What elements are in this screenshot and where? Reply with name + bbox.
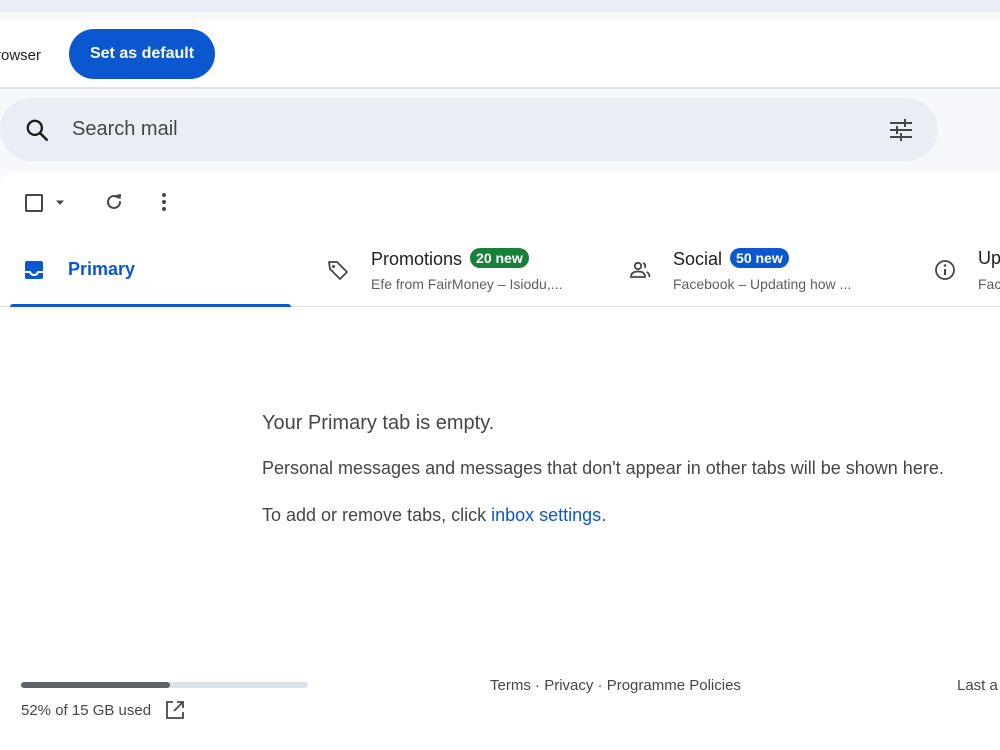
programme-policies-link[interactable]: Programme Policies [607, 677, 741, 694]
tag-icon [328, 261, 348, 280]
empty-state-title: Your Primary tab is empty. [262, 412, 495, 434]
search-bar[interactable] [0, 98, 938, 161]
tab-social-label: Social [673, 249, 723, 269]
footer-separator: · [530, 677, 545, 694]
tab-promotions[interactable]: Promotions 20 new Efe from FairMoney – Is… [318, 236, 608, 306]
refresh-icon[interactable] [102, 190, 126, 214]
select-all-checkbox[interactable] [25, 194, 43, 212]
tab-primary-label: Primary [68, 259, 136, 279]
caret-down-icon[interactable] [54, 199, 66, 207]
tab-promotions-title: Promotions 20 new [371, 248, 529, 270]
tab-social[interactable]: Social 50 new Facebook – Updating how ... [620, 236, 920, 306]
privacy-link[interactable]: Privacy [544, 677, 593, 694]
settings-hint-prefix: To add or remove tabs, click [262, 505, 492, 525]
storage-meter-fill [21, 682, 171, 688]
banner-text: rowser [0, 47, 42, 64]
storage-meter [21, 682, 308, 688]
empty-state-description: Personal messages and messages that don'… [262, 458, 944, 478]
tab-social-title: Social 50 new [673, 248, 789, 270]
tab-promotions-label: Promotions [371, 249, 463, 269]
sliders-icon[interactable] [886, 115, 916, 145]
set-as-default-button[interactable]: Set as default [69, 29, 215, 79]
inbox-settings-link[interactable]: inbox settings [491, 505, 601, 525]
top-strip [0, 0, 1000, 12]
category-tabs: Primary Promotions 20 new Efe from FairMo… [0, 236, 1000, 307]
empty-state-settings-hint: To add or remove tabs, click inbox setti… [262, 505, 606, 526]
storage-usage-text: 52% of 15 GB used [21, 702, 152, 719]
people-icon [630, 261, 651, 278]
search-input[interactable] [72, 116, 852, 142]
open-in-new-icon[interactable] [165, 700, 185, 720]
search-icon[interactable] [24, 117, 50, 143]
default-browser-banner: rowser Set as default [0, 20, 1000, 89]
tab-selected-indicator [10, 304, 291, 307]
footer-links: Terms · Privacy · Programme Policies [490, 677, 741, 694]
terms-link[interactable]: Terms [490, 677, 531, 694]
tab-social-snippet: Facebook – Updating how ... [673, 276, 852, 292]
more-vert-icon[interactable] [152, 190, 176, 214]
footer-separator: · [593, 677, 607, 694]
promotions-new-badge: 20 new [470, 248, 529, 268]
last-account-activity: Last a [957, 677, 998, 694]
inbox-icon [25, 261, 43, 279]
social-new-badge: 50 new [730, 248, 789, 268]
tab-promotions-snippet: Efe from FairMoney – Isiodu,... [371, 276, 563, 292]
tab-primary[interactable]: Primary [10, 236, 291, 307]
settings-hint-suffix: . [601, 505, 607, 525]
tab-updates[interactable]: Up Fac [925, 236, 1000, 306]
info-icon [935, 260, 955, 280]
tab-updates-label: Up [978, 248, 1000, 268]
tab-updates-snippet: Fac [978, 276, 1000, 292]
